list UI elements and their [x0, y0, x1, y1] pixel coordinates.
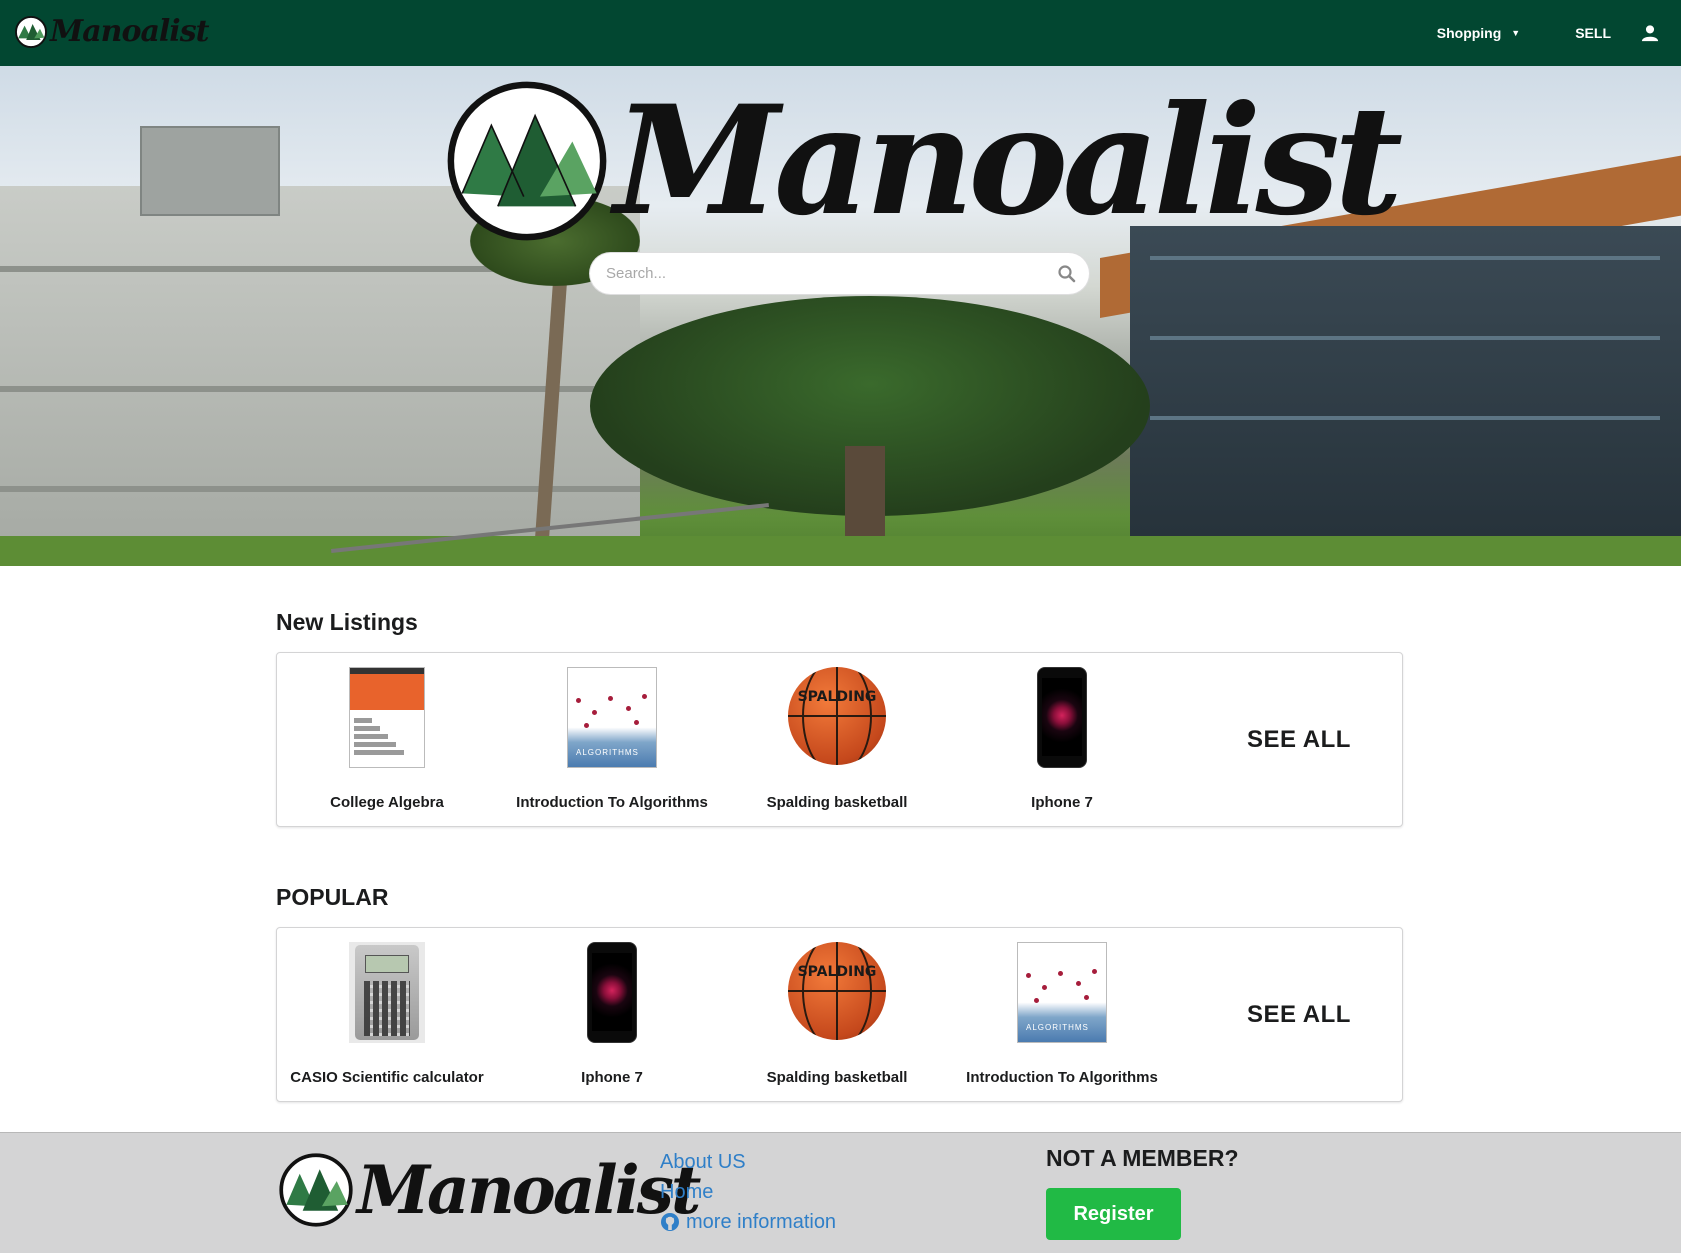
search-input[interactable]: [606, 265, 1036, 282]
see-all-popular-link[interactable]: SEE ALL: [1247, 1001, 1351, 1029]
mountain-logo-icon: [279, 1153, 353, 1227]
basketball-image: SPALDING: [788, 667, 886, 765]
search-bar: [589, 252, 1090, 295]
listing-label: Spalding basketball: [766, 1069, 908, 1086]
listing-item[interactable]: College Algebra: [277, 653, 497, 828]
book-cover-image: ALGORITHMS: [1017, 942, 1107, 1043]
phone-image: [1037, 667, 1087, 768]
listing-item[interactable]: Iphone 7: [502, 928, 722, 1103]
caret-down-icon: ▼: [1511, 28, 1521, 38]
see-all-new-listings-link[interactable]: SEE ALL: [1247, 726, 1351, 754]
book-cover-image: ALGORITHMS: [567, 667, 657, 768]
basketball-brand: SPALDING: [797, 689, 877, 705]
listing-label: CASIO Scientific calculator: [290, 1069, 484, 1086]
register-button[interactable]: Register: [1046, 1188, 1181, 1240]
rooftop-structure: [140, 126, 280, 216]
popular-title: POPULAR: [276, 884, 389, 910]
more-information-label: more information: [686, 1210, 837, 1233]
book-cover-image: [349, 667, 425, 768]
listing-label: College Algebra: [330, 794, 444, 811]
navbar-brand-text: Manoalist: [50, 14, 209, 49]
new-listings-card: College Algebra ALGORITHMS Introduction …: [276, 652, 1403, 827]
hero-brand-text: Manoalist: [614, 73, 1403, 249]
listing-label: Introduction To Algorithms: [516, 794, 708, 811]
not-member-heading: NOT A MEMBER?: [1046, 1145, 1239, 1171]
about-us-link[interactable]: About US: [660, 1147, 836, 1177]
campus-building-right: [1130, 226, 1681, 546]
listing-item[interactable]: Iphone 7: [952, 653, 1172, 828]
mountain-logo-icon: [447, 81, 607, 241]
listing-item[interactable]: SPALDING Spalding basketball: [727, 653, 947, 828]
phone-image: [587, 942, 637, 1043]
search-icon[interactable]: [1057, 264, 1077, 284]
listing-item[interactable]: SPALDING Spalding basketball: [727, 928, 947, 1103]
listing-label: Iphone 7: [581, 1069, 643, 1086]
basketball-image: SPALDING: [788, 942, 886, 1040]
book-cover-title: ALGORITHMS: [576, 748, 639, 757]
footer: Manoalist About US Home more information…: [0, 1132, 1681, 1253]
book-cover-title: ALGORITHMS: [1026, 1023, 1089, 1032]
navbar-logo[interactable]: Manoalist: [15, 14, 209, 49]
listing-label: Iphone 7: [1031, 794, 1093, 811]
listing-label: Spalding basketball: [766, 794, 908, 811]
popular-card: CASIO Scientific calculator Iphone 7 SPA…: [276, 927, 1403, 1102]
more-information-link[interactable]: more information: [660, 1207, 836, 1237]
basketball-brand: SPALDING: [797, 964, 877, 980]
footer-brand-text: Manoalist: [357, 1151, 701, 1229]
calculator-image: [349, 942, 425, 1043]
sell-link[interactable]: SELL: [1575, 25, 1611, 41]
shopping-dropdown[interactable]: Shopping ▼: [1437, 25, 1520, 41]
hero-logo: Manoalist: [446, 73, 1403, 249]
new-listings-title: New Listings: [276, 609, 418, 635]
mountain-logo-icon: [15, 15, 47, 48]
shopping-label: Shopping: [1436, 25, 1502, 41]
listing-item[interactable]: ALGORITHMS Introduction To Algorithms: [952, 928, 1172, 1103]
hero-banner: Manoalist: [0, 66, 1681, 566]
top-navbar: Manoalist Shopping ▼ SELL: [0, 0, 1681, 66]
navbar-menu: Shopping ▼ SELL: [1437, 0, 1681, 66]
footer-links: About US Home more information: [660, 1147, 836, 1237]
listing-label: Introduction To Algorithms: [966, 1069, 1158, 1086]
github-icon: [661, 1213, 679, 1231]
listing-item[interactable]: CASIO Scientific calculator: [277, 928, 497, 1103]
footer-logo: Manoalist: [279, 1151, 701, 1229]
listing-item[interactable]: ALGORITHMS Introduction To Algorithms: [502, 653, 722, 828]
home-link[interactable]: Home: [660, 1177, 836, 1207]
user-icon[interactable]: [1641, 24, 1659, 42]
lawn: [0, 536, 1681, 566]
